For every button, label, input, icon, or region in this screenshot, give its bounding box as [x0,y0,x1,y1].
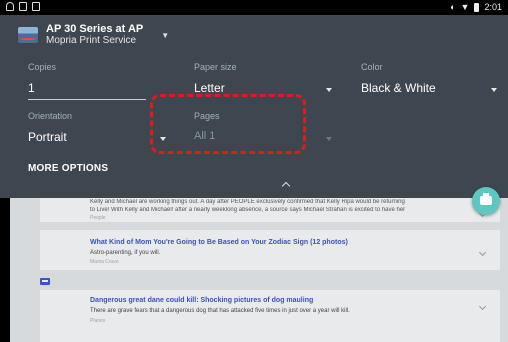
feed-card-title[interactable]: What Kind of Mom You're Going to Be Base… [90,239,348,246]
feed-card-tag: Planes [90,318,106,324]
copies-input[interactable]: 1 [28,81,35,95]
copies-underline [28,99,146,100]
vpn-key-icon: ◐ [450,2,456,12]
print-fab-button[interactable] [472,187,500,215]
more-options-button[interactable]: MORE OPTIONS [28,163,108,174]
feed-card-text: Kelly and Michael are working things out… [90,199,405,205]
status-left-icons [6,2,40,11]
pages-dropdown-icon[interactable] [326,137,332,141]
wifi-icon: ▼ [460,2,470,12]
highlight-annotation [150,94,306,154]
status-bar: ◐ ▼ 2:01 [0,0,508,15]
paper-size-select[interactable]: Letter [194,81,225,95]
feed-card[interactable]: Dangerous great dane could kill: Shockin… [40,290,500,342]
chevron-down-icon[interactable] [478,302,487,311]
status-right-icons: ◐ ▼ 2:01 [450,2,502,12]
copies-label: Copies [28,62,57,72]
clock: 2:01 [484,2,502,12]
feed-card-subtitle: Astro-parenting, if you will. [90,250,161,256]
paper-size-dropdown-icon[interactable] [326,88,332,92]
feed-card-subtitle: There are grave fears that a dangerous d… [90,308,350,314]
feed-card[interactable]: What Kind of Mom You're Going to Be Base… [40,230,500,270]
feed-card[interactable]: Kelly and Michael are working things out… [40,198,500,222]
news-feed: Kelly and Michael are working things out… [10,198,508,342]
orientation-select[interactable]: Portrait [28,130,67,144]
feed-card-tag: People [90,215,106,221]
news-source-icon [40,278,50,285]
paper-size-label: Paper size [194,62,237,72]
orientation-label: Orientation [28,111,73,121]
printer-name: AP 30 Series at AP [46,23,144,35]
feed-card-tag: Mama Crave [90,259,119,265]
color-label: Color [361,62,383,72]
chevron-down-icon[interactable] [478,248,487,257]
feed-card-text: to Live! With Kelly and Michael! after a… [90,207,406,213]
printer-icon [18,27,38,43]
chevron-down-icon[interactable]: ▼ [161,31,169,40]
printer-selector[interactable]: AP 30 Series at AP Mopria Print Service … [18,23,169,47]
app-notification-icon [6,2,14,11]
sim-icon [32,2,40,11]
chevron-up-icon[interactable] [281,181,291,191]
color-select[interactable]: Black & White [361,81,436,95]
battery-icon [474,2,480,12]
print-icon [480,193,492,205]
printer-service: Mopria Print Service [46,35,137,46]
color-dropdown-icon[interactable] [491,88,497,92]
image-icon [19,2,27,11]
printer-text: AP 30 Series at AP Mopria Print Service [46,23,143,47]
feed-card-title[interactable]: Dangerous great dane could kill: Shockin… [90,297,313,304]
